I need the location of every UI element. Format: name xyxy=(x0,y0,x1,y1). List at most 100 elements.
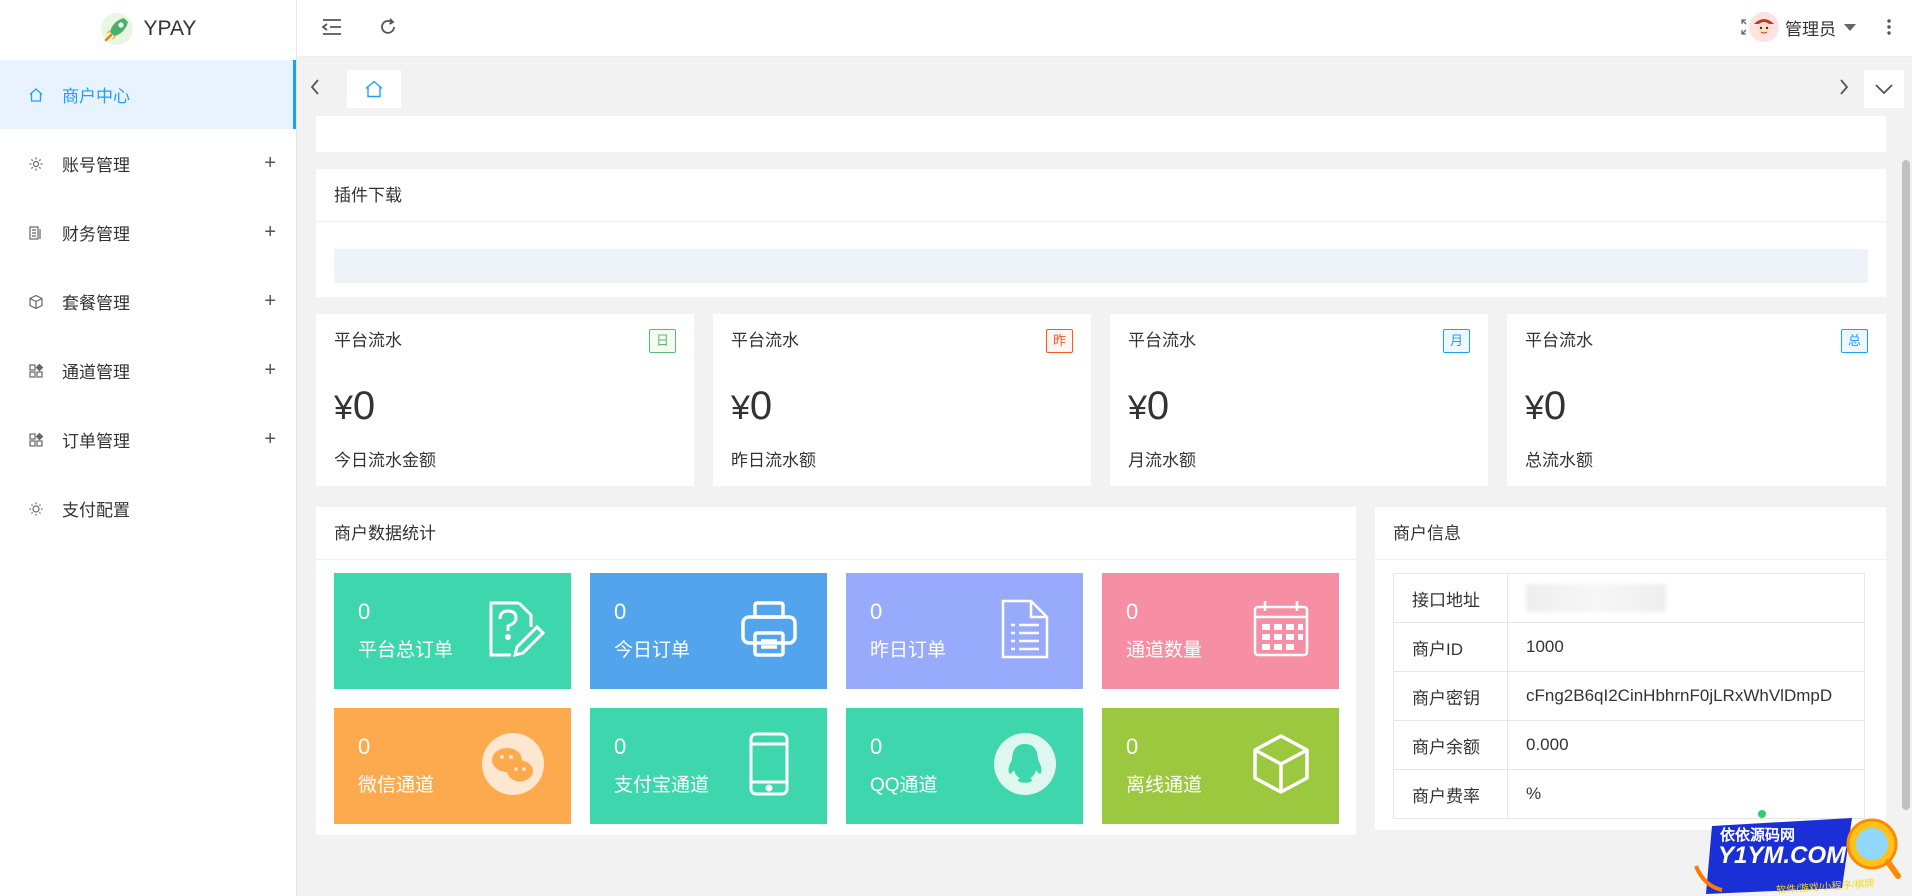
table-row: 接口地址 xyxy=(1393,573,1865,623)
table-row: 商户余额 0.000 xyxy=(1393,720,1865,770)
box-icon xyxy=(27,293,45,311)
stat-value: ¥0 xyxy=(731,384,773,428)
sidebar-item-label: 账号管理 xyxy=(62,156,130,175)
info-value: 1000 xyxy=(1507,622,1865,672)
stat-value: ¥0 xyxy=(1128,384,1170,428)
document-list-icon xyxy=(1001,599,1049,659)
tile-yesterday-orders[interactable]: 0 昨日订单 xyxy=(846,573,1083,689)
expand-icon: + xyxy=(264,359,276,381)
info-key: 商户密钥 xyxy=(1393,671,1508,721)
home-icon xyxy=(27,86,45,104)
info-key: 商户ID xyxy=(1393,622,1508,672)
sidebar-item-merchant-center[interactable]: 商户中心 xyxy=(0,60,296,129)
status-badge: 昨 xyxy=(1045,329,1073,353)
tab-scroll-left-icon[interactable] xyxy=(297,70,333,104)
status-badge: 月 xyxy=(1442,329,1470,353)
top-header: 管理员 xyxy=(297,0,1912,57)
sidebar-item-orders[interactable]: 订单管理 + xyxy=(0,405,296,474)
tile-total-orders[interactable]: 0 平台总订单 xyxy=(334,573,571,689)
watermark-line2: Y1YM.COM xyxy=(1718,842,1847,869)
sidebar-item-label: 订单管理 xyxy=(62,432,130,451)
tab-dropdown-icon[interactable] xyxy=(1864,70,1904,108)
status-badge: 总 xyxy=(1840,329,1868,353)
stat-card-yesterday: 平台流水 昨 ¥0 昨日流水额 xyxy=(713,314,1091,486)
merchant-info-table: 接口地址 商户ID 1000 商户密钥 cFng2B6qI2CinHbhrnF0… xyxy=(1393,573,1865,819)
page-scrollbar[interactable] xyxy=(1902,160,1910,810)
sidebar-item-channel[interactable]: 通道管理 + xyxy=(0,336,296,405)
card-title: 商户信息 xyxy=(1375,507,1886,560)
plugin-download-card: 插件下载 xyxy=(316,169,1886,297)
expand-icon: + xyxy=(264,290,276,312)
info-key: 商户费率 xyxy=(1393,769,1508,819)
tile-alipay-channel[interactable]: 0 支付宝通道 xyxy=(590,708,827,824)
main-content: 插件下载 平台流水 日 ¥0 今日流水金额 平台流水 昨 ¥0 昨日流水额 平台… xyxy=(297,116,1896,896)
stat-value: ¥0 xyxy=(1525,384,1567,428)
tile-today-orders[interactable]: 0 今日订单 xyxy=(590,573,827,689)
table-row: 商户密钥 cFng2B6qI2CinHbhrnF0jLRxWhVlDmpD xyxy=(1393,671,1865,721)
sidebar-item-label: 套餐管理 xyxy=(62,294,130,313)
status-badge: 日 xyxy=(648,329,676,353)
sidebar-item-account[interactable]: 账号管理 + xyxy=(0,129,296,198)
tab-scroll-right-icon[interactable] xyxy=(1826,70,1862,104)
info-value: cFng2B6qI2CinHbhrnF0jLRxWhVlDmpD xyxy=(1507,671,1865,721)
logo[interactable]: YPAY xyxy=(0,0,296,57)
app-name: YPAY xyxy=(143,16,197,40)
info-key: 接口地址 xyxy=(1393,573,1508,623)
avatar xyxy=(1749,12,1779,42)
expand-icon: + xyxy=(264,221,276,243)
grid-icon xyxy=(27,362,45,380)
user-menu[interactable]: 管理员 xyxy=(1749,12,1856,42)
tile-offline-channel[interactable]: 0 离线通道 xyxy=(1102,708,1339,824)
merchant-stats-card: 商户数据统计 0 平台总订单 0 今日订单 0 昨日订单 0 通道数量 0 微信… xyxy=(316,507,1356,835)
sidebar-item-label: 商户中心 xyxy=(62,87,130,106)
stat-label: 总流水额 xyxy=(1525,451,1593,470)
wechat-icon xyxy=(482,733,544,795)
stat-value: ¥0 xyxy=(334,384,376,428)
card-title: 插件下载 xyxy=(316,169,1886,222)
chevron-down-icon xyxy=(1844,23,1856,31)
finance-icon xyxy=(27,224,45,242)
home-icon xyxy=(365,80,383,98)
tile-channel-count[interactable]: 0 通道数量 xyxy=(1102,573,1339,689)
stat-card-total: 平台流水 总 ¥0 总流水额 xyxy=(1507,314,1886,486)
tile-wechat-channel[interactable]: 0 微信通道 xyxy=(334,708,571,824)
settings-icon xyxy=(27,500,45,518)
printer-icon xyxy=(741,601,797,657)
sidebar-menu: 商户中心 账号管理 + 财务管理 + 套餐管理 + 通道管理 + 订单管理 + … xyxy=(0,60,296,543)
info-value xyxy=(1507,573,1865,623)
info-key: 商户余额 xyxy=(1393,720,1508,770)
menu-collapse-icon[interactable] xyxy=(319,14,345,40)
sidebar-item-label: 支付配置 xyxy=(62,501,130,520)
watermark-logo: 依依源码网 Y1YM.COM 软件/游戏/小程序/棋牌 xyxy=(1692,806,1902,896)
sidebar-item-finance[interactable]: 财务管理 + xyxy=(0,198,296,267)
table-row: 商户ID 1000 xyxy=(1393,622,1865,672)
stat-card-month: 平台流水 月 ¥0 月流水额 xyxy=(1110,314,1488,486)
stat-title: 平台流水 xyxy=(1128,331,1196,350)
sidebar-item-payment-config[interactable]: 支付配置 xyxy=(0,474,296,543)
more-vertical-icon[interactable] xyxy=(1876,14,1902,40)
edit-document-icon xyxy=(489,601,545,658)
stat-card-today: 平台流水 日 ¥0 今日流水金额 xyxy=(316,314,694,486)
mobile-icon xyxy=(749,732,789,796)
tab-home[interactable] xyxy=(347,70,401,108)
stat-label: 昨日流水额 xyxy=(731,451,816,470)
sidebar-item-label: 通道管理 xyxy=(62,363,130,382)
blurred-api-url xyxy=(1526,584,1666,612)
info-value: 0.000 xyxy=(1507,720,1865,770)
refresh-icon[interactable] xyxy=(375,14,401,40)
plugin-content-area xyxy=(334,249,1868,283)
calendar-icon xyxy=(1253,601,1309,657)
stat-title: 平台流水 xyxy=(731,331,799,350)
sidebar: YPAY 商户中心 账号管理 + 财务管理 + 套餐管理 + 通道管理 + 订单… xyxy=(0,0,297,896)
user-name: 管理员 xyxy=(1785,19,1836,39)
grid-icon xyxy=(27,431,45,449)
qq-icon xyxy=(994,733,1056,795)
merchant-info-card: 商户信息 接口地址 商户ID 1000 商户密钥 cFng2B6qI2CinHb… xyxy=(1375,507,1886,830)
blank-card xyxy=(316,116,1886,152)
gear-icon xyxy=(27,155,45,173)
tile-qq-channel[interactable]: 0 QQ通道 xyxy=(846,708,1083,824)
sidebar-item-package[interactable]: 套餐管理 + xyxy=(0,267,296,336)
stat-label: 今日流水金额 xyxy=(334,451,436,470)
stat-title: 平台流水 xyxy=(1525,331,1593,350)
sidebar-item-label: 财务管理 xyxy=(62,225,130,244)
